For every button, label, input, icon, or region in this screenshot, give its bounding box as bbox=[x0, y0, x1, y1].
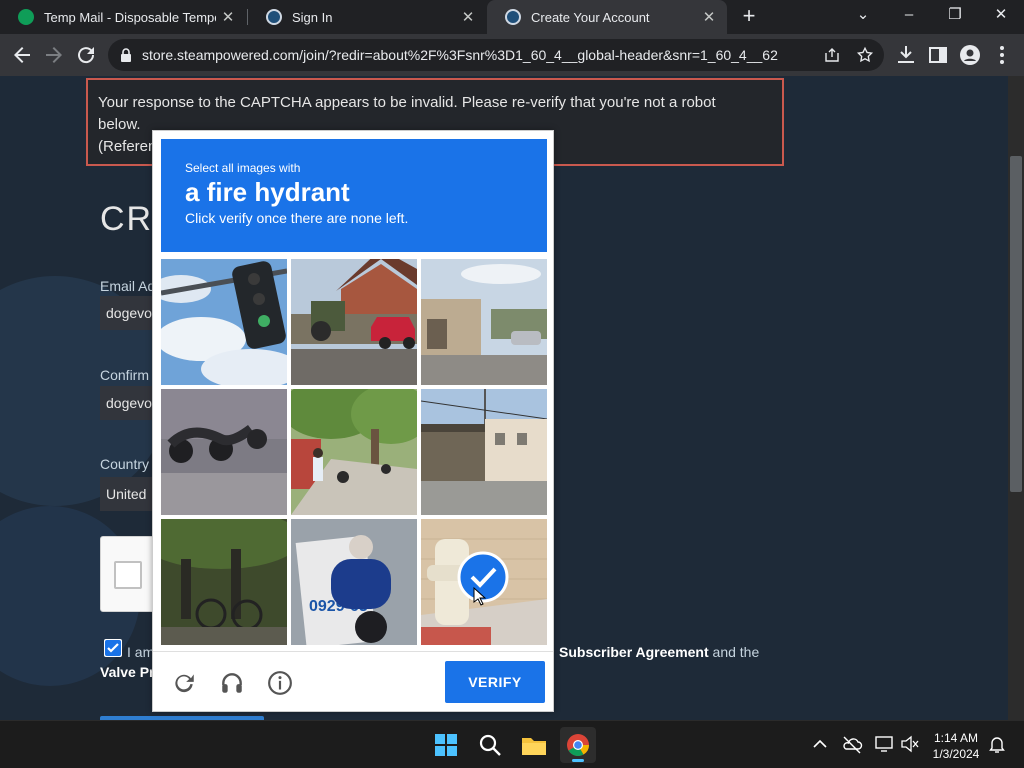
instruction-text: Select all images with bbox=[185, 161, 301, 175]
steam-icon bbox=[505, 9, 521, 25]
subscriber-agreement-link[interactable]: Subscriber Agreement bbox=[559, 644, 709, 660]
browser-tab-bar: Temp Mail - Disposable Temporary E ✕ Sig… bbox=[0, 0, 1024, 34]
windows-logo-icon bbox=[435, 734, 457, 756]
file-explorer-button[interactable] bbox=[516, 727, 552, 763]
country-select[interactable]: United bbox=[100, 477, 160, 511]
search-icon bbox=[479, 734, 501, 756]
tab-title: Create Your Account bbox=[531, 9, 650, 25]
steam-icon bbox=[266, 9, 282, 25]
chrome-icon bbox=[567, 734, 589, 756]
image-tile[interactable] bbox=[421, 259, 547, 385]
target-object: a fire hydrant bbox=[185, 177, 350, 207]
system-clock[interactable]: 1:14 AM 1/3/2024 bbox=[926, 730, 986, 762]
tab-sign-in[interactable]: Sign In ✕ bbox=[248, 0, 486, 34]
instruction-hint: Click verify once there are none left. bbox=[185, 210, 409, 226]
close-icon[interactable]: ✕ bbox=[456, 8, 480, 26]
checkmark-icon bbox=[105, 640, 121, 656]
clock-date: 1/3/2024 bbox=[932, 747, 980, 761]
confirm-email-label: Confirm bbox=[100, 367, 150, 383]
tab-temp-mail[interactable]: Temp Mail - Disposable Temporary E ✕ bbox=[0, 0, 246, 34]
close-icon[interactable]: ✕ bbox=[697, 8, 721, 26]
image-tile-selected[interactable] bbox=[421, 519, 547, 645]
scrollbar[interactable] bbox=[1008, 76, 1024, 720]
chrome-taskbar-button[interactable] bbox=[560, 727, 596, 763]
bookmark-star-icon[interactable] bbox=[856, 46, 874, 64]
reload-challenge-icon[interactable] bbox=[171, 670, 197, 696]
taskbar: 1:14 AM 1/3/2024 bbox=[0, 720, 1024, 768]
onedrive-offline-icon[interactable] bbox=[841, 733, 863, 755]
search-button[interactable] bbox=[472, 727, 508, 763]
challenge-footer: VERIFY bbox=[153, 651, 553, 712]
back-icon[interactable] bbox=[10, 43, 34, 67]
info-icon[interactable] bbox=[267, 670, 293, 696]
challenge-header: Select all images with a fire hydrant Cl… bbox=[161, 139, 547, 252]
agree-text: I am bbox=[127, 644, 155, 660]
clock-time: 1:14 AM bbox=[933, 731, 979, 745]
network-icon[interactable] bbox=[873, 733, 895, 755]
forward-icon[interactable] bbox=[42, 43, 66, 67]
agree-text: and the bbox=[712, 644, 760, 660]
active-indicator bbox=[572, 759, 584, 762]
tab-search-icon[interactable]: ⌄ bbox=[840, 0, 886, 34]
image-tile[interactable] bbox=[161, 259, 287, 385]
agree-checkbox[interactable] bbox=[104, 639, 122, 657]
mouse-cursor-icon bbox=[473, 587, 487, 606]
audio-challenge-icon[interactable] bbox=[219, 670, 245, 696]
chevron-up-icon[interactable] bbox=[809, 733, 831, 755]
address-bar[interactable]: store.steampowered.com/join/?redir=about… bbox=[108, 39, 884, 71]
image-grid: 0929-63 bbox=[161, 259, 547, 645]
image-tile[interactable] bbox=[161, 389, 287, 515]
share-icon[interactable] bbox=[824, 47, 840, 63]
download-icon[interactable] bbox=[894, 43, 918, 67]
tempmail-icon bbox=[18, 9, 34, 25]
recaptcha-checkbox[interactable] bbox=[114, 561, 142, 589]
browser-toolbar: store.steampowered.com/join/?redir=about… bbox=[0, 34, 1024, 76]
image-tile[interactable] bbox=[161, 519, 287, 645]
error-text: Your response to the CAPTCHA appears to … bbox=[98, 94, 716, 111]
start-button[interactable] bbox=[428, 727, 464, 763]
scrollbar-thumb[interactable] bbox=[1010, 156, 1022, 492]
notification-bell-icon[interactable] bbox=[986, 733, 1008, 755]
minimize-icon[interactable]: – bbox=[886, 0, 932, 34]
tab-title: Temp Mail - Disposable Temporary E bbox=[44, 9, 216, 25]
close-window-icon[interactable]: ✕ bbox=[978, 0, 1024, 34]
folder-icon bbox=[522, 738, 546, 755]
close-icon[interactable]: ✕ bbox=[216, 8, 240, 26]
side-panel-icon[interactable] bbox=[926, 43, 950, 67]
new-tab-button[interactable]: + bbox=[736, 4, 762, 30]
menu-icon[interactable] bbox=[990, 43, 1014, 67]
image-tile[interactable] bbox=[421, 389, 547, 515]
restore-icon[interactable]: ❐ bbox=[932, 0, 978, 34]
lock-icon[interactable] bbox=[120, 48, 132, 62]
tab-create-account[interactable]: Create Your Account ✕ bbox=[487, 0, 727, 34]
tab-title: Sign In bbox=[292, 9, 333, 25]
country-label: Country bbox=[100, 456, 150, 472]
recaptcha-widget[interactable] bbox=[100, 536, 160, 612]
email-field[interactable]: dogevo bbox=[100, 296, 160, 330]
agree-text-right: Subscriber Agreement and the bbox=[559, 644, 759, 660]
recaptcha-challenge: Select all images with a fire hydrant Cl… bbox=[152, 130, 554, 712]
image-tile[interactable] bbox=[291, 389, 417, 515]
image-tile[interactable]: 0929-63 bbox=[291, 519, 417, 645]
privacy-link-text[interactable]: Valve Pr bbox=[100, 664, 155, 680]
image-tile[interactable] bbox=[291, 259, 417, 385]
volume-muted-icon[interactable] bbox=[899, 733, 921, 755]
reload-icon[interactable] bbox=[74, 43, 98, 67]
address-text: store.steampowered.com/join/?redir=about… bbox=[142, 47, 778, 63]
email-label: Email Ad bbox=[100, 278, 156, 294]
verify-button[interactable]: VERIFY bbox=[445, 661, 545, 703]
privacy-link[interactable]: Valve Pr bbox=[100, 664, 155, 680]
confirm-email-field[interactable]: dogevo bbox=[100, 386, 160, 420]
profile-icon[interactable] bbox=[958, 43, 982, 67]
